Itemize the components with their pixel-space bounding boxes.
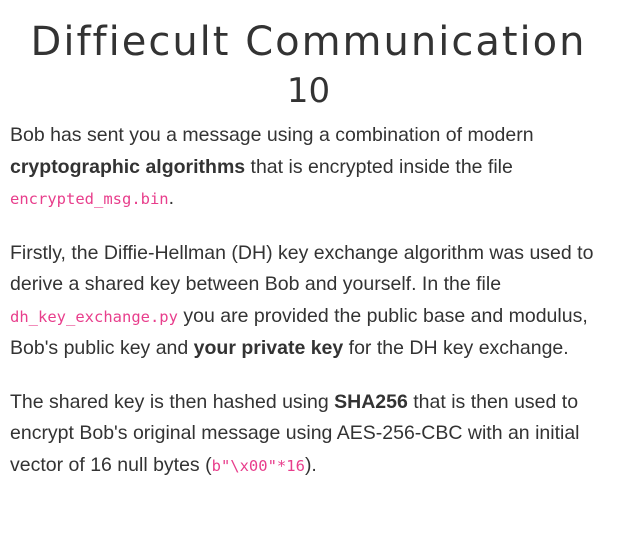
text-segment: . bbox=[168, 187, 175, 209]
challenge-page: Diffiecult Communication 10 Bob has sent… bbox=[0, 0, 617, 547]
description-paragraph-3: The shared key is then hashed using SHA2… bbox=[10, 387, 607, 483]
text-segment: ). bbox=[304, 453, 317, 476]
description-paragraph-1: Bob has sent you a message using a combi… bbox=[10, 120, 607, 216]
text-segment: Bob has sent you a message using a combi… bbox=[10, 124, 534, 146]
challenge-points: 10 bbox=[286, 71, 331, 111]
challenge-title: Diffiecult Communication bbox=[30, 19, 587, 65]
bold-text: SHA256 bbox=[334, 390, 408, 413]
bold-text: cryptographic algorithms bbox=[10, 155, 246, 178]
filename-code: dh_key_exchange.py bbox=[10, 307, 178, 326]
iv-code: b"\x00"*16 bbox=[211, 456, 305, 475]
bold-text: your private key bbox=[193, 337, 344, 359]
text-segment: for the DH key exchange. bbox=[343, 337, 569, 359]
description-paragraph-2: Firstly, the Diffie-Hellman (DH) key exc… bbox=[10, 238, 607, 365]
text-segment: The shared key is then hashed using bbox=[10, 390, 335, 413]
text-segment: Firstly, the Diffie-Hellman (DH) key exc… bbox=[10, 241, 594, 296]
text-segment: that is encrypted inside the file bbox=[245, 155, 513, 178]
challenge-description: Bob has sent you a message using a combi… bbox=[10, 120, 607, 482]
filename-code: encrypted_msg.bin bbox=[10, 190, 169, 208]
